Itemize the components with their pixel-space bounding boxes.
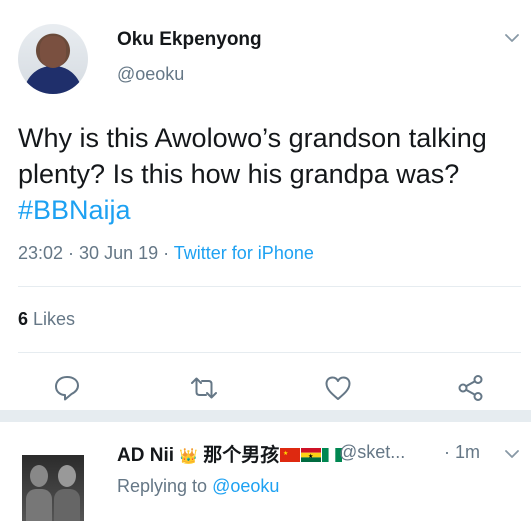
replying-to: Replying to @oeoku — [117, 476, 279, 497]
crown-emoji: 👑 — [179, 448, 198, 465]
svg-text:★: ★ — [308, 453, 313, 460]
avatar-face — [40, 36, 66, 68]
tweet-detail: Oku Ekpenyong @oeoku Why is this Awolowo… — [0, 0, 531, 410]
meta-dot: · — [158, 243, 174, 263]
tweet-text-main: Why is this Awolowo’s grandson talking p… — [18, 123, 487, 189]
reply-tweet[interactable]: AD Nii 👑 那个男孩 ★ ★ @sket... · 1m Replying t… — [0, 422, 531, 521]
avatar-person-head — [30, 465, 48, 487]
reply-author-handle[interactable]: @sket... — [339, 442, 405, 463]
action-bar — [0, 365, 531, 405]
likes-number: 6 — [18, 309, 29, 329]
author-name[interactable]: Oku Ekpenyong — [117, 29, 262, 51]
tweet-source-link[interactable]: Twitter for iPhone — [174, 243, 314, 263]
author-handle[interactable]: @oeoku — [117, 64, 184, 85]
reply-avatar[interactable] — [22, 455, 84, 521]
reply-timestamp[interactable]: · 1m — [444, 442, 480, 463]
avatar-person-body — [54, 489, 80, 521]
likes-count[interactable]: 6 Likes — [18, 309, 75, 330]
avatar-person-body — [26, 489, 52, 521]
divider — [18, 286, 521, 287]
replying-prefix: Replying to — [117, 476, 213, 496]
ghana-flag-icon: ★ — [301, 448, 322, 462]
meta-dot: · — [63, 243, 80, 263]
replying-to-handle[interactable]: @oeoku — [212, 476, 279, 496]
chevron-down-icon[interactable] — [504, 446, 520, 462]
svg-text:★: ★ — [283, 450, 288, 457]
hashtag-link[interactable]: #BBNaija — [18, 195, 131, 225]
avatar-person-head — [58, 465, 76, 487]
likes-label: Likes — [28, 309, 76, 329]
section-separator — [0, 410, 531, 422]
share-icon[interactable] — [456, 373, 486, 403]
tweet-time: 23:02 — [18, 243, 64, 263]
reply-author-chinese: 那个男孩 — [197, 445, 280, 466]
author-avatar[interactable] — [18, 24, 88, 94]
tweet-date: 30 Jun 19 — [79, 243, 159, 263]
reply-author-name[interactable]: AD Nii 👑 那个男孩 ★ ★ — [117, 440, 343, 467]
retweet-icon[interactable] — [189, 373, 219, 403]
avatar-shirt — [24, 66, 82, 94]
tweet-meta: 23:02 · 30 Jun 19 · Twitter for iPhone — [18, 243, 314, 264]
tweet-text: Why is this Awolowo’s grandson talking p… — [18, 120, 518, 228]
divider — [18, 352, 521, 353]
reply-author-text: AD Nii — [117, 445, 174, 466]
like-icon[interactable] — [323, 373, 353, 403]
chevron-down-icon[interactable] — [504, 30, 520, 46]
reply-icon[interactable] — [52, 373, 82, 403]
china-flag-icon: ★ — [280, 448, 301, 462]
